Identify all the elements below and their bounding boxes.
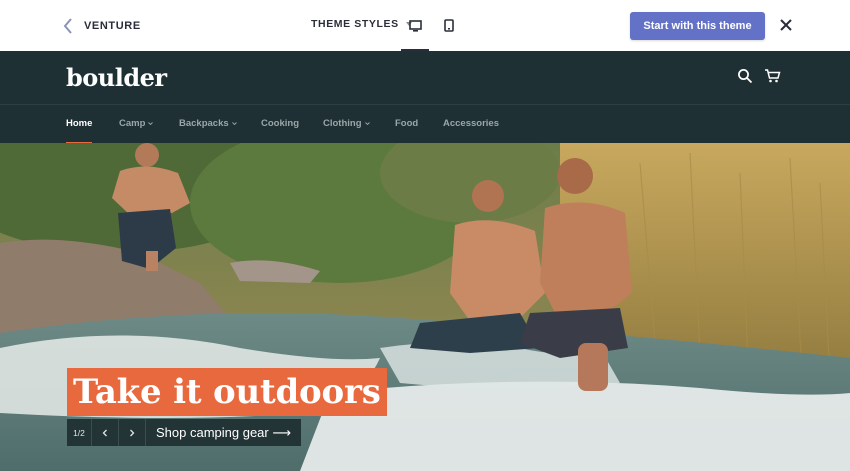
hero-slideshow: Take it outdoors 1/2 Shop camping gear ⟶ [0, 143, 850, 471]
nav-item-label: Clothing [323, 118, 362, 129]
start-with-theme-button[interactable]: Start with this theme [630, 12, 765, 40]
nav-item-label: Camp [119, 118, 146, 129]
store-logo[interactable]: boulder [66, 63, 167, 92]
mobile-view-button[interactable] [435, 0, 463, 51]
mobile-icon [444, 19, 454, 32]
slide-counter: 1/2 [67, 419, 92, 446]
nav-item-clothing[interactable]: Clothing [323, 118, 370, 129]
store-header: boulder Home Camp Backpacks Cooking Clot… [0, 51, 850, 144]
chevron-down-icon [364, 122, 370, 126]
chevron-left-icon [102, 429, 107, 436]
nav-item-label: Backpacks [179, 118, 229, 129]
desktop-icon [408, 19, 422, 32]
theme-name-label: VENTURE [84, 20, 141, 32]
nav-item-backpacks[interactable]: Backpacks [179, 118, 237, 129]
nav-item-camp[interactable]: Camp [119, 118, 154, 129]
nav-item-label: Food [395, 118, 419, 129]
cart-icon[interactable] [764, 68, 781, 84]
nav-item-food[interactable]: Food [395, 118, 418, 129]
slideshow-controls: 1/2 Shop camping gear ⟶ [67, 419, 301, 446]
chevron-down-icon [231, 122, 237, 126]
next-slide-button[interactable] [119, 419, 146, 446]
theme-preview-toolbar: VENTURE THEME STYLES Start with this the… [0, 0, 850, 51]
back-to-theme-button[interactable]: VENTURE [62, 17, 141, 35]
theme-styles-dropdown[interactable]: THEME STYLES [311, 18, 412, 30]
chevron-down-icon [148, 122, 154, 126]
main-nav: Home Camp Backpacks Cooking Clothing Foo… [0, 105, 850, 144]
previous-slide-button[interactable] [92, 419, 119, 446]
nav-item-label: Home [66, 118, 93, 129]
nav-item-cooking[interactable]: Cooking [261, 118, 299, 129]
theme-styles-label: THEME STYLES [311, 18, 399, 30]
shop-camping-gear-link[interactable]: Shop camping gear ⟶ [146, 419, 301, 446]
chevron-left-icon [63, 18, 72, 34]
chevron-right-icon [130, 429, 135, 436]
close-icon[interactable] [776, 15, 796, 35]
nav-item-label: Cooking [261, 118, 299, 129]
hero-headline: Take it outdoors [67, 368, 387, 416]
search-icon[interactable] [737, 68, 753, 84]
nav-item-label: Accessories [443, 118, 499, 129]
nav-item-home[interactable]: Home [66, 118, 93, 144]
desktop-view-button[interactable] [401, 0, 429, 51]
nav-item-accessories[interactable]: Accessories [443, 118, 499, 129]
